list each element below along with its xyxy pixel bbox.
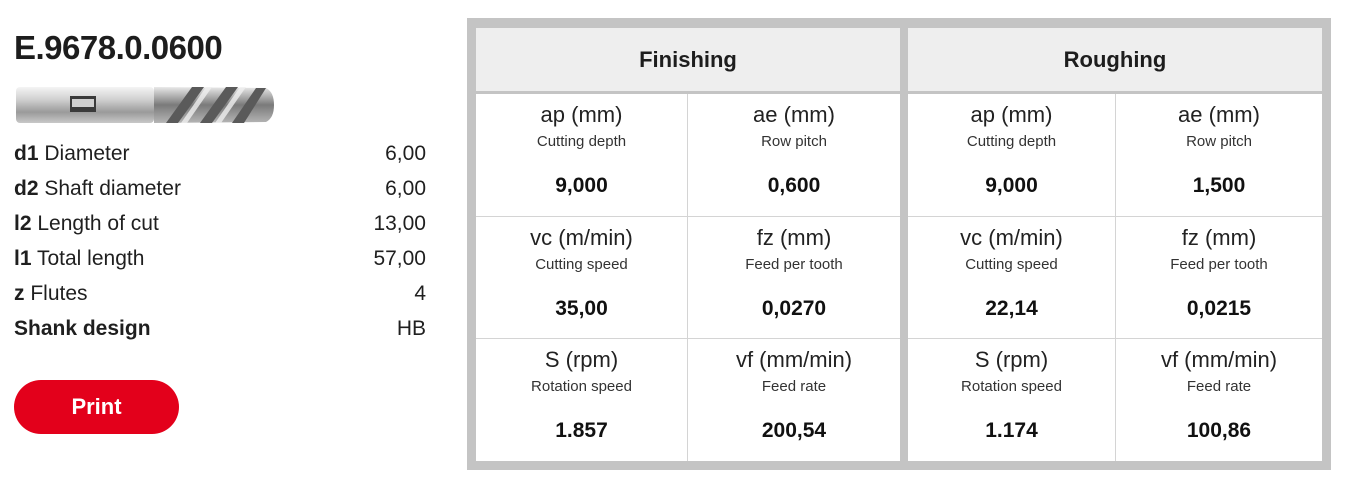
param-description: Feed per tooth (1170, 255, 1268, 273)
param-description: Rotation speed (531, 378, 632, 396)
spec-row-shaft-diameter: d2 Shaft diameter 6,00 (14, 171, 426, 206)
param-value: 0,0270 (761, 296, 827, 320)
param-description: Rotation speed (961, 378, 1062, 396)
param-label: vf (mm/min) (1160, 347, 1278, 373)
cell-vc: vc (m/min) Cutting speed 35,00 (476, 216, 687, 339)
param-description: Row pitch (761, 133, 827, 150)
spec-symbol: z (14, 282, 25, 305)
param-description: Feed per tooth (745, 255, 843, 273)
spec-value: 57,00 (373, 247, 426, 270)
spec-symbol: d2 (14, 177, 39, 200)
cell-fz: fz (mm) Feed per tooth 0,0270 (688, 216, 900, 339)
roughing-grid: ap (mm) Cutting depth 9,000 ae (mm) Row … (908, 94, 1322, 461)
spec-label: Diameter (44, 142, 130, 165)
cell-s: S (rpm) Rotation speed 1.857 (476, 339, 687, 461)
param-label: vc (m/min) (530, 224, 633, 250)
param-description: Feed rate (1186, 378, 1252, 396)
param-description: Feed rate (761, 378, 827, 396)
cell-vf: vf (mm/min) Feed rate 200,54 (688, 339, 900, 461)
spec-row-diameter: d1 Diameter 6,00 (14, 136, 426, 171)
spec-value: 6,00 (385, 177, 426, 200)
param-description: Cutting depth (536, 133, 627, 150)
spec-value: 4 (414, 282, 426, 305)
spec-label: Length of cut (37, 212, 159, 235)
param-value: 0,600 (767, 174, 821, 197)
print-button[interactable]: Print (14, 380, 179, 434)
cell-vf: vf (mm/min) Feed rate 100,86 (1116, 339, 1322, 461)
spec-value: 13,00 (373, 212, 426, 235)
param-label: ap (mm) (970, 102, 1053, 127)
product-info: E.9678.0.0600 d1 Diameter 6,00 d2 Shaft … (14, 28, 426, 434)
spec-label: Flutes (30, 282, 88, 305)
cell-ap: ap (mm) Cutting depth 9,000 (476, 94, 687, 216)
param-value: 1,500 (1192, 174, 1246, 197)
param-description: Cutting depth (966, 133, 1057, 150)
spec-symbol: d1 (14, 142, 39, 165)
roughing-group: Roughing ap (mm) Cutting depth 9,000 ae … (908, 28, 1322, 461)
spec-value: 6,00 (385, 142, 426, 165)
param-label: vc (m/min) (960, 224, 1063, 250)
spec-label: Shaft diameter (44, 177, 181, 200)
cell-vc: vc (m/min) Cutting speed 22,14 (908, 216, 1115, 339)
param-value: 22,14 (985, 296, 1038, 320)
cell-s: S (rpm) Rotation speed 1.174 (908, 339, 1115, 461)
end-mill-image (16, 87, 274, 123)
param-description: Cutting speed (535, 255, 628, 273)
param-value: 100,86 (1186, 419, 1252, 443)
spec-symbol: l1 (14, 247, 32, 270)
param-description: Row pitch (1186, 133, 1252, 150)
article-number: E.9678.0.0600 (14, 29, 223, 66)
cell-ap: ap (mm) Cutting depth 9,000 (908, 94, 1115, 216)
param-description: Cutting speed (965, 255, 1058, 273)
roughing-header: Roughing (908, 28, 1322, 91)
param-value: 1.857 (555, 419, 608, 443)
param-label: fz (mm) (1181, 224, 1257, 250)
spec-row-total-length: l1 Total length 57,00 (14, 241, 426, 276)
finishing-group: Finishing ap (mm) Cutting depth 9,000 ae… (476, 28, 900, 461)
cell-fz: fz (mm) Feed per tooth 0,0215 (1116, 216, 1322, 339)
spec-label: Shank design (14, 317, 151, 340)
spec-list: d1 Diameter 6,00 d2 Shaft diameter 6,00 … (14, 136, 426, 346)
spec-value: HB (396, 317, 426, 340)
param-label: fz (mm) (756, 224, 832, 250)
cell-ae: ae (mm) Row pitch 1,500 (1116, 94, 1322, 216)
param-value: 200,54 (761, 419, 827, 443)
param-value: 0,0215 (1186, 296, 1252, 320)
param-value: 1.174 (985, 419, 1038, 443)
cutting-data-panel: Finishing ap (mm) Cutting depth 9,000 ae… (467, 18, 1331, 470)
finishing-grid: ap (mm) Cutting depth 9,000 ae (mm) Row … (476, 94, 900, 461)
spec-row-shank-design: Shank design HB (14, 311, 426, 346)
param-label: vf (mm/min) (735, 347, 853, 373)
param-label: S (rpm) (974, 347, 1049, 373)
param-value: 9,000 (555, 174, 608, 197)
param-label: S (rpm) (544, 347, 619, 373)
spec-row-length-of-cut: l2 Length of cut 13,00 (14, 206, 426, 241)
param-value: 9,000 (985, 174, 1038, 197)
cell-ae: ae (mm) Row pitch 0,600 (688, 94, 900, 216)
param-value: 35,00 (555, 296, 608, 320)
param-label: ae (mm) (753, 102, 835, 127)
spec-label: Total length (36, 247, 145, 270)
param-label: ae (mm) (1178, 102, 1260, 127)
param-label: ap (mm) (540, 102, 623, 127)
spec-symbol: l2 (14, 212, 32, 235)
spec-row-flutes: z Flutes 4 (14, 276, 426, 311)
finishing-header: Finishing (476, 28, 900, 91)
